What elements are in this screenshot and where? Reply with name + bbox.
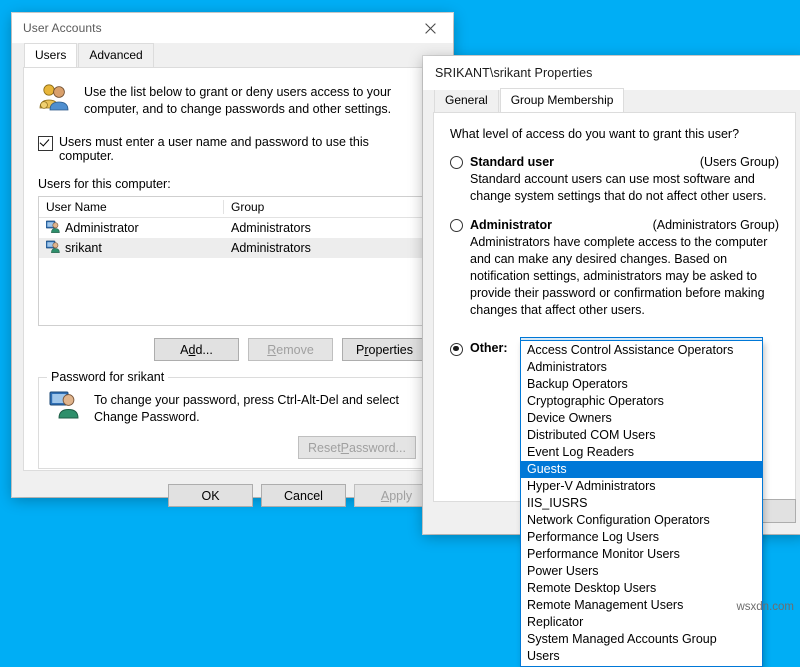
require-login-checkbox[interactable] bbox=[38, 136, 53, 151]
user-accounts-titlebar: User Accounts bbox=[12, 13, 453, 43]
user-accounts-tabstrip: Users Advanced bbox=[24, 43, 453, 67]
user-accounts-window: User Accounts Users Advanced Use the lis… bbox=[12, 13, 453, 497]
dropdown-item[interactable]: Event Log Readers bbox=[521, 444, 762, 461]
other-radio[interactable] bbox=[450, 343, 463, 356]
dropdown-item[interactable]: System Managed Accounts Group bbox=[521, 631, 762, 648]
reset-password-button[interactable]: Reset Password... bbox=[298, 436, 416, 459]
standard-user-label: Standard user bbox=[470, 155, 554, 169]
dropdown-item[interactable]: IIS_IUSRS bbox=[521, 495, 762, 512]
administrator-radio[interactable] bbox=[450, 219, 463, 232]
administrator-description: Administrators have complete access to t… bbox=[470, 234, 779, 319]
tab-general[interactable]: General bbox=[434, 88, 499, 112]
add-button[interactable]: Add... bbox=[154, 338, 239, 361]
properties-button[interactable]: Properties bbox=[342, 338, 427, 361]
close-icon[interactable] bbox=[408, 13, 453, 43]
option-standard-user[interactable]: Standard user (Users Group) bbox=[450, 155, 779, 169]
group-cell: Administrators bbox=[224, 221, 311, 235]
tab-advanced[interactable]: Advanced bbox=[78, 43, 153, 67]
user-accounts-title: User Accounts bbox=[12, 21, 102, 35]
require-login-checkbox-row[interactable]: Users must enter a user name and passwor… bbox=[24, 118, 441, 163]
dropdown-item[interactable]: Access Control Assistance Operators bbox=[521, 342, 762, 359]
access-level-question: What level of access do you want to gran… bbox=[450, 127, 779, 141]
dropdown-item-selected[interactable]: Guests bbox=[521, 461, 762, 478]
option-administrator[interactable]: Administrator (Administrators Group) bbox=[450, 218, 779, 232]
user-accounts-body: Use the list below to grant or deny user… bbox=[23, 67, 442, 471]
require-login-label: Users must enter a user name and passwor… bbox=[59, 135, 427, 163]
dropdown-item[interactable]: Performance Log Users bbox=[521, 529, 762, 546]
remove-button[interactable]: Remove bbox=[248, 338, 333, 361]
password-group-content: To change your password, press Ctrl-Alt-… bbox=[49, 390, 416, 426]
standard-user-radio[interactable] bbox=[450, 156, 463, 169]
dropdown-item[interactable]: Power Users bbox=[521, 563, 762, 580]
dropdown-item[interactable]: Backup Operators bbox=[521, 376, 762, 393]
password-help-text: To change your password, press Ctrl-Alt-… bbox=[81, 390, 416, 426]
dropdown-item[interactable]: Cryptographic Operators bbox=[521, 393, 762, 410]
user-password-icon bbox=[49, 390, 81, 426]
properties-body: What level of access do you want to gran… bbox=[433, 112, 796, 502]
dropdown-item[interactable]: Remote Management Users bbox=[521, 597, 762, 614]
password-group-box: Password for srikant To change your pass… bbox=[38, 377, 427, 469]
user-name-text: Administrator bbox=[65, 221, 139, 235]
user-icon bbox=[46, 240, 60, 256]
dropdown-item[interactable]: Administrators bbox=[521, 359, 762, 376]
tab-group-membership[interactable]: Group Membership bbox=[500, 88, 625, 112]
administrator-group-note: (Administrators Group) bbox=[653, 218, 779, 232]
tab-users[interactable]: Users bbox=[24, 43, 77, 67]
column-header-user-name[interactable]: User Name bbox=[39, 200, 224, 214]
administrator-label: Administrator bbox=[470, 218, 552, 232]
users-list[interactable]: User Name Group Administrator Adm bbox=[38, 196, 427, 326]
properties-window: SRIKANT\srikant Properties General Group… bbox=[423, 56, 800, 534]
watermark: wsxdn.com bbox=[736, 601, 794, 613]
cancel-button[interactable]: Cancel bbox=[261, 484, 346, 507]
user-accounts-footer: OK Cancel Apply bbox=[12, 471, 453, 507]
standard-user-group-note: (Users Group) bbox=[700, 155, 779, 169]
dropdown-item[interactable]: Network Configuration Operators bbox=[521, 512, 762, 529]
dropdown-item[interactable]: Remote Desktop Users bbox=[521, 580, 762, 597]
users-list-buttons: Add... Remove Properties bbox=[24, 326, 441, 361]
password-group-legend: Password for srikant bbox=[47, 370, 168, 384]
dropdown-item[interactable]: Device Owners bbox=[521, 410, 762, 427]
user-icon bbox=[46, 220, 60, 236]
user-name-text: srikant bbox=[65, 241, 102, 255]
user-name-cell: Administrator bbox=[39, 220, 224, 236]
user-name-cell: srikant bbox=[39, 240, 224, 256]
other-label: Other: bbox=[470, 341, 508, 355]
intro-section: Use the list below to grant or deny user… bbox=[24, 68, 441, 118]
properties-tabstrip: General Group Membership bbox=[434, 90, 800, 112]
standard-user-description: Standard account users can use most soft… bbox=[470, 171, 779, 205]
dropdown-item[interactable]: Replicator bbox=[521, 614, 762, 631]
dropdown-item[interactable]: Users bbox=[521, 648, 762, 665]
properties-titlebar: SRIKANT\srikant Properties bbox=[423, 56, 800, 90]
users-list-label: Users for this computer: bbox=[24, 163, 441, 196]
group-dropdown-list[interactable]: Access Control Assistance Operators Admi… bbox=[520, 340, 763, 667]
properties-title: SRIKANT\srikant Properties bbox=[423, 66, 593, 80]
group-cell: Administrators bbox=[224, 241, 311, 255]
dropdown-item[interactable]: Distributed COM Users bbox=[521, 427, 762, 444]
users-list-header: User Name Group bbox=[39, 197, 426, 218]
table-row[interactable]: srikant Administrators bbox=[39, 238, 426, 258]
ok-button[interactable]: OK bbox=[168, 484, 253, 507]
dropdown-item[interactable]: Hyper-V Administrators bbox=[521, 478, 762, 495]
intro-text: Use the list below to grant or deny user… bbox=[70, 82, 425, 118]
users-group-icon bbox=[38, 82, 70, 118]
dropdown-item[interactable]: Performance Monitor Users bbox=[521, 546, 762, 563]
table-row[interactable]: Administrator Administrators bbox=[39, 218, 426, 238]
column-header-group[interactable]: Group bbox=[224, 200, 264, 214]
